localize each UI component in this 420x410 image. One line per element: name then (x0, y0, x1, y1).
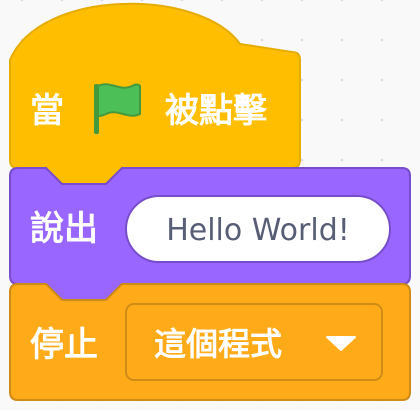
when-flag-clicked-block[interactable]: 當 被點擊 (9, 2, 301, 185)
stop-label: 停止 (30, 325, 98, 365)
message-text: Hello World! (166, 213, 350, 248)
say-label: 說出 (30, 209, 98, 249)
hat-label-when: 當 (30, 91, 64, 131)
say-block[interactable]: 說出 Hello World! (9, 167, 411, 301)
stop-block[interactable]: 停止 這個程式 (9, 283, 411, 401)
message-input[interactable]: Hello World! (125, 195, 391, 263)
hat-label-clicked: 被點擊 (165, 91, 268, 131)
script-workspace[interactable]: 當 被點擊 說出 Hello World! 停止 這個程式 (0, 0, 420, 410)
stop-option-text: 這個程式 (154, 325, 282, 363)
stop-option-dropdown[interactable]: 這個程式 (125, 303, 383, 381)
